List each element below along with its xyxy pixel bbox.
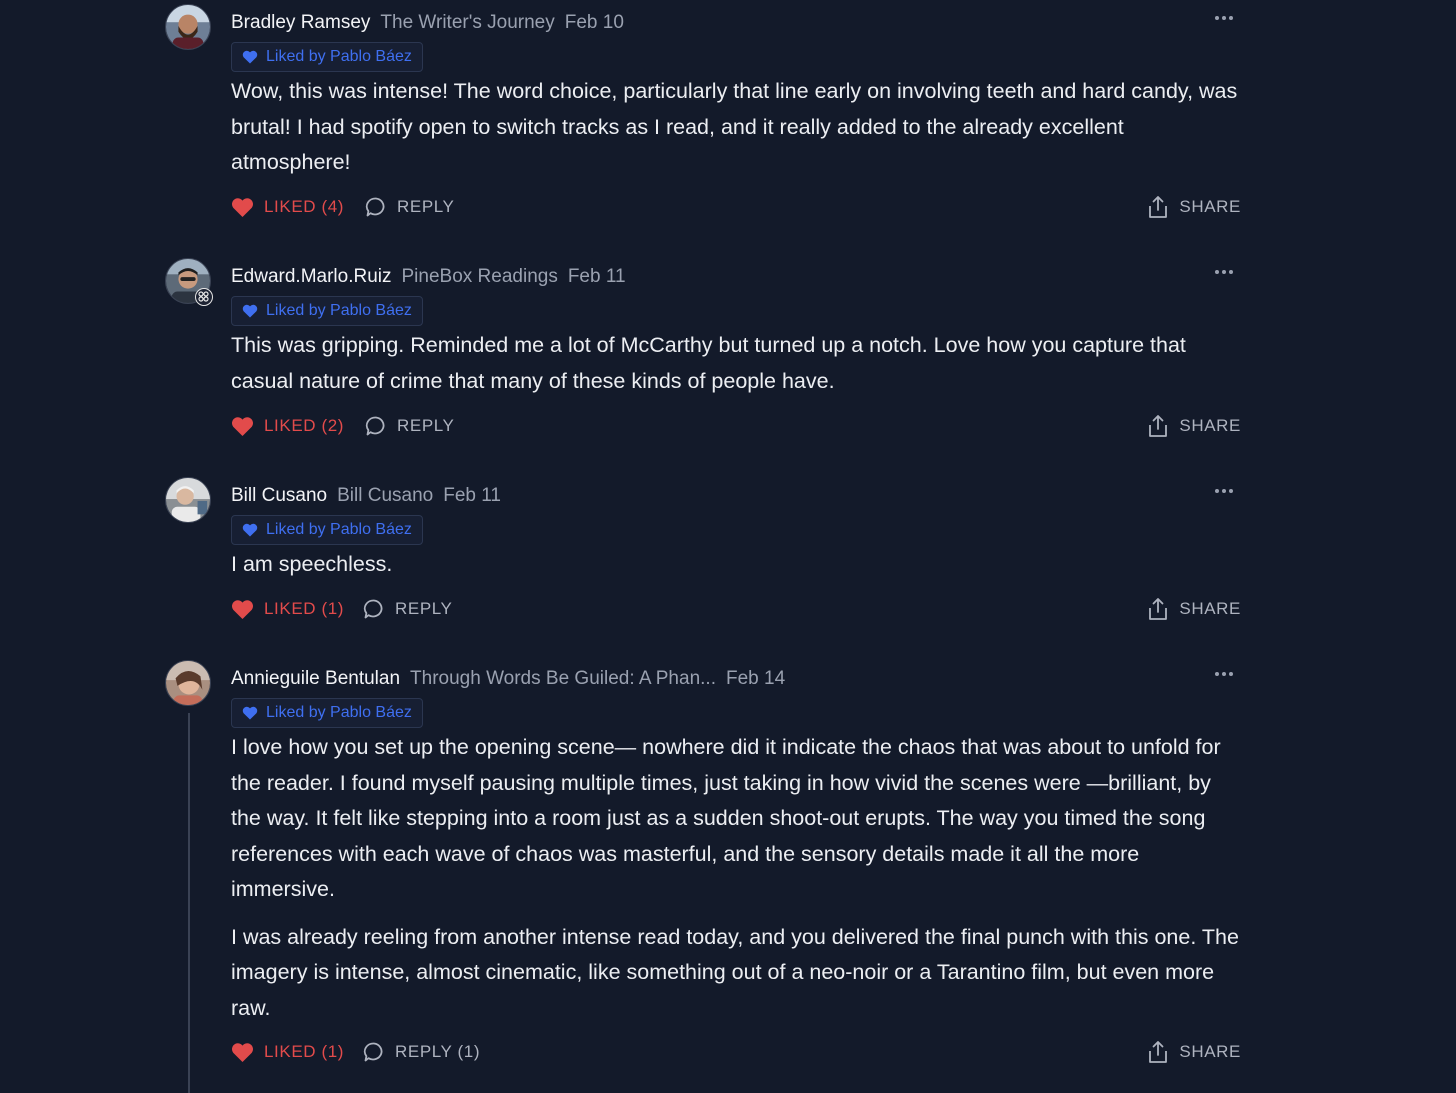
liked-by-label: Liked by Pablo Báez bbox=[266, 48, 412, 65]
author-name[interactable]: Bradley Ramsey bbox=[231, 12, 370, 34]
author-name[interactable]: Annieguile Bentulan bbox=[231, 668, 400, 690]
reply-label: REPLY (1) bbox=[395, 1042, 481, 1061]
comment-paragraph: This was gripping. Reminded me a lot of … bbox=[231, 333, 1186, 393]
heart-icon bbox=[242, 706, 258, 720]
heart-icon bbox=[242, 304, 258, 318]
liked-by-author-badge: Liked by Pablo Báez bbox=[231, 698, 423, 728]
speech-bubble-icon bbox=[363, 1042, 383, 1062]
liked-by-author-badge: Liked by Pablo Báez bbox=[231, 296, 423, 326]
comment-header: Edward.Marlo.Ruiz PineBox Readings Feb 1… bbox=[231, 266, 626, 290]
comment-body: This was gripping. Reminded me a lot of … bbox=[231, 328, 1243, 411]
avatar[interactable] bbox=[165, 660, 211, 706]
comment-header: Annieguile Bentulan Through Words Be Gui… bbox=[231, 668, 785, 692]
heart-icon bbox=[232, 1042, 254, 1062]
share-label: SHARE bbox=[1179, 416, 1241, 435]
share-icon bbox=[1149, 196, 1168, 218]
comment-header: Bradley Ramsey The Writer's Journey Feb … bbox=[231, 12, 624, 36]
comment-date[interactable]: Feb 14 bbox=[726, 668, 785, 690]
share-button[interactable]: SHARE bbox=[1147, 1037, 1241, 1067]
heart-icon bbox=[242, 523, 258, 537]
avatar-image bbox=[166, 478, 210, 522]
share-button[interactable]: SHARE bbox=[1147, 411, 1241, 441]
comment-body: Wow, this was intense! The word choice, … bbox=[231, 74, 1243, 193]
comment-actions: LIKED (1) REPLY (1) SHARE bbox=[231, 1037, 1243, 1067]
share-label: SHARE bbox=[1179, 197, 1241, 216]
share-button[interactable]: SHARE bbox=[1147, 594, 1241, 624]
share-icon bbox=[1149, 598, 1168, 620]
publication-logo-icon bbox=[195, 288, 213, 306]
more-options-icon[interactable] bbox=[1215, 668, 1239, 680]
like-label: LIKED (1) bbox=[264, 1042, 345, 1061]
comment-paragraph: I am speechless. bbox=[231, 552, 393, 576]
reply-button[interactable]: REPLY bbox=[363, 594, 453, 624]
comment-body: I love how you set up the opening scene—… bbox=[231, 730, 1243, 1038]
comment-actions: LIKED (2) REPLY SHARE bbox=[231, 411, 1243, 441]
comment-paragraph: Wow, this was intense! The word choice, … bbox=[231, 79, 1238, 174]
share-icon bbox=[1149, 415, 1168, 437]
share-label: SHARE bbox=[1179, 1042, 1241, 1061]
liked-by-label: Liked by Pablo Báez bbox=[266, 704, 412, 721]
avatar[interactable] bbox=[165, 4, 211, 50]
avatar-image bbox=[166, 661, 210, 705]
reply-label: REPLY bbox=[397, 197, 455, 216]
comment-actions: LIKED (1) REPLY SHARE bbox=[231, 594, 1243, 624]
more-options-icon[interactable] bbox=[1215, 266, 1239, 278]
heart-icon bbox=[232, 416, 254, 436]
reply-button[interactable]: REPLY bbox=[365, 192, 455, 222]
speech-bubble-icon bbox=[365, 197, 385, 217]
publication-name[interactable]: Through Words Be Guiled: A Phan... bbox=[410, 668, 716, 690]
reply-button[interactable]: REPLY bbox=[365, 411, 455, 441]
like-label: LIKED (2) bbox=[264, 416, 345, 435]
publication-name[interactable]: Bill Cusano bbox=[337, 485, 433, 507]
like-label: LIKED (4) bbox=[264, 197, 345, 216]
avatar[interactable] bbox=[165, 477, 211, 523]
heart-icon bbox=[242, 50, 258, 64]
reply-button[interactable]: REPLY (1) bbox=[363, 1037, 480, 1067]
like-button[interactable]: LIKED (4) bbox=[231, 192, 344, 222]
more-options-icon[interactable] bbox=[1215, 485, 1239, 497]
reply-thread-line bbox=[188, 713, 190, 1093]
like-button[interactable]: LIKED (1) bbox=[231, 1037, 344, 1067]
avatar-image bbox=[166, 5, 210, 49]
liked-by-author-badge: Liked by Pablo Báez bbox=[231, 515, 423, 545]
publication-name[interactable]: PineBox Readings bbox=[402, 266, 558, 288]
comment-body: I am speechless. bbox=[231, 547, 1243, 595]
comment-date[interactable]: Feb 11 bbox=[443, 485, 501, 507]
liked-by-label: Liked by Pablo Báez bbox=[266, 521, 412, 538]
liked-by-label: Liked by Pablo Báez bbox=[266, 302, 412, 319]
comment-actions: LIKED (4) REPLY SHARE bbox=[231, 192, 1243, 222]
author-name[interactable]: Bill Cusano bbox=[231, 485, 327, 507]
reply-label: REPLY bbox=[397, 416, 455, 435]
like-button[interactable]: LIKED (2) bbox=[231, 411, 344, 441]
comment-paragraph: I love how you set up the opening scene—… bbox=[231, 735, 1221, 901]
publication-name[interactable]: The Writer's Journey bbox=[380, 12, 554, 34]
heart-icon bbox=[232, 197, 254, 217]
speech-bubble-icon bbox=[363, 599, 383, 619]
liked-by-author-badge: Liked by Pablo Báez bbox=[231, 42, 423, 72]
share-button[interactable]: SHARE bbox=[1147, 192, 1241, 222]
comment-date[interactable]: Feb 11 bbox=[568, 266, 626, 288]
comment-paragraph: I was already reeling from another inten… bbox=[231, 924, 1239, 1020]
more-options-icon[interactable] bbox=[1215, 12, 1239, 24]
speech-bubble-icon bbox=[365, 416, 385, 436]
share-label: SHARE bbox=[1179, 599, 1241, 618]
like-label: LIKED (1) bbox=[264, 599, 345, 618]
author-name[interactable]: Edward.Marlo.Ruiz bbox=[231, 266, 392, 288]
comment-date[interactable]: Feb 10 bbox=[565, 12, 624, 34]
comment-header: Bill Cusano Bill Cusano Feb 11 bbox=[231, 485, 501, 509]
heart-icon bbox=[232, 599, 254, 619]
like-button[interactable]: LIKED (1) bbox=[231, 594, 344, 624]
reply-label: REPLY bbox=[395, 599, 453, 618]
share-icon bbox=[1149, 1041, 1168, 1063]
